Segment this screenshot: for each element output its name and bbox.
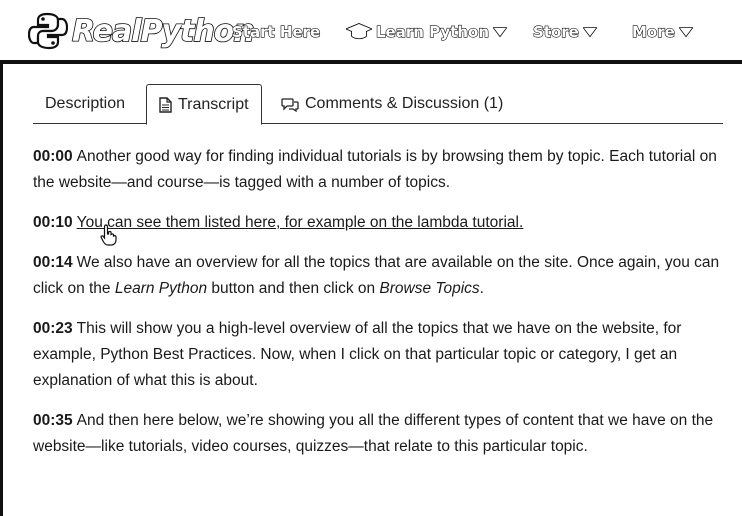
- nav-more[interactable]: More: [631, 20, 693, 44]
- comments-icon: [281, 97, 299, 112]
- tab-comments-label: Comments & Discussion (1): [305, 95, 504, 112]
- nav-store-label: Store: [532, 22, 579, 41]
- caret-down-icon: [678, 27, 693, 38]
- timestamp-link[interactable]: 00:35: [33, 412, 73, 429]
- transcript-text: Another good way for finding individual …: [33, 148, 717, 191]
- frame-border: [0, 64, 3, 516]
- tab-description-label: Description: [45, 95, 126, 112]
- hand-pointer-icon: [100, 224, 117, 246]
- transcript-panel: 00:00 Another good way for finding indivi…: [33, 144, 723, 474]
- transcript-link[interactable]: You can see them listed here, for exampl…: [77, 214, 524, 231]
- transcript-emphasis: Learn Python: [114, 280, 208, 297]
- transcript-text: And then here below, we’re showing you a…: [33, 412, 714, 455]
- python-logo-icon: [28, 12, 68, 50]
- tab-description[interactable]: Description: [33, 84, 137, 124]
- transcript-entry: 00:14 We also have an overview for all th…: [33, 250, 723, 302]
- tab-comments[interactable]: Comments & Discussion (1): [269, 84, 515, 124]
- nav-learn-python[interactable]: Learn Python: [346, 20, 508, 44]
- caret-down-icon: [493, 27, 508, 38]
- logo-text: RealPython: [71, 13, 255, 50]
- graduation-cap-icon: [346, 23, 372, 40]
- timestamp-link[interactable]: 00:23: [33, 320, 73, 337]
- timestamp-link[interactable]: 00:10: [33, 214, 73, 231]
- transcript-text: .: [479, 280, 484, 297]
- nav-start-here-label: Start Here: [231, 22, 321, 41]
- tab-transcript[interactable]: Transcript: [146, 84, 262, 125]
- transcript-entry: 00:23 This will show you a high-level ove…: [33, 316, 723, 394]
- nav-more-label: More: [631, 22, 675, 41]
- transcript-text: This will show you a high-level overview…: [33, 320, 682, 389]
- nav-store[interactable]: Store: [532, 20, 597, 44]
- transcript-text: button and then click on: [207, 280, 380, 297]
- site-logo[interactable]: RealPython: [28, 8, 256, 54]
- document-icon: [159, 96, 172, 113]
- transcript-entry: 00:00 Another good way for finding indivi…: [33, 144, 723, 196]
- transcript-entry: 00:10 You can see them listed here, for e…: [33, 210, 723, 236]
- timestamp-link[interactable]: 00:14: [33, 254, 73, 271]
- nav-start-here[interactable]: Start Here: [231, 20, 321, 44]
- nav-learn-python-label: Learn Python: [375, 22, 490, 41]
- transcript-entry: 00:35 And then here below, we’re showing …: [33, 408, 723, 460]
- top-navbar: RealPython Start Here Learn Python Store…: [0, 0, 742, 64]
- tab-transcript-label: Transcript: [178, 95, 249, 113]
- timestamp-link[interactable]: 00:00: [33, 148, 73, 165]
- transcript-emphasis: Browse Topics: [379, 280, 480, 297]
- caret-down-icon: [582, 27, 597, 38]
- content-tabs: Description Transcript Comments & Discus…: [33, 84, 723, 125]
